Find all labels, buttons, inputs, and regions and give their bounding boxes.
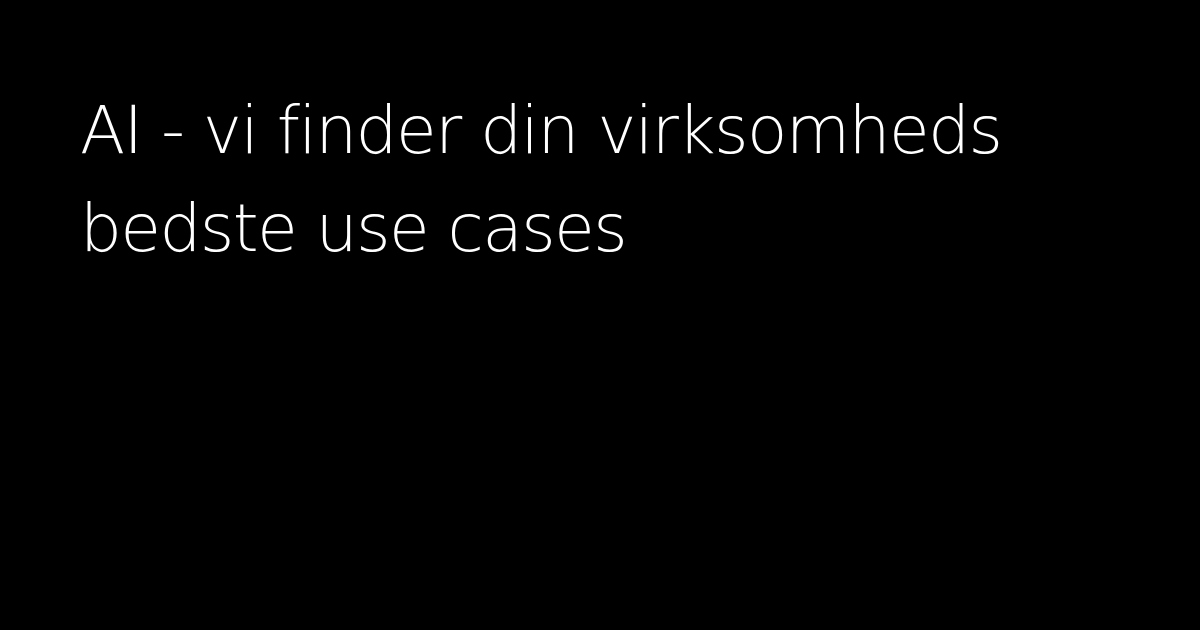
headline-line-1: AI - vi finder din virksomheds	[80, 92, 1003, 169]
headline: AI - vi finder din virksomheds bedste us…	[80, 82, 1160, 278]
headline-line-2: bedste use cases	[80, 190, 628, 267]
social-card: AI - vi finder din virksomheds bedste us…	[0, 0, 1200, 630]
